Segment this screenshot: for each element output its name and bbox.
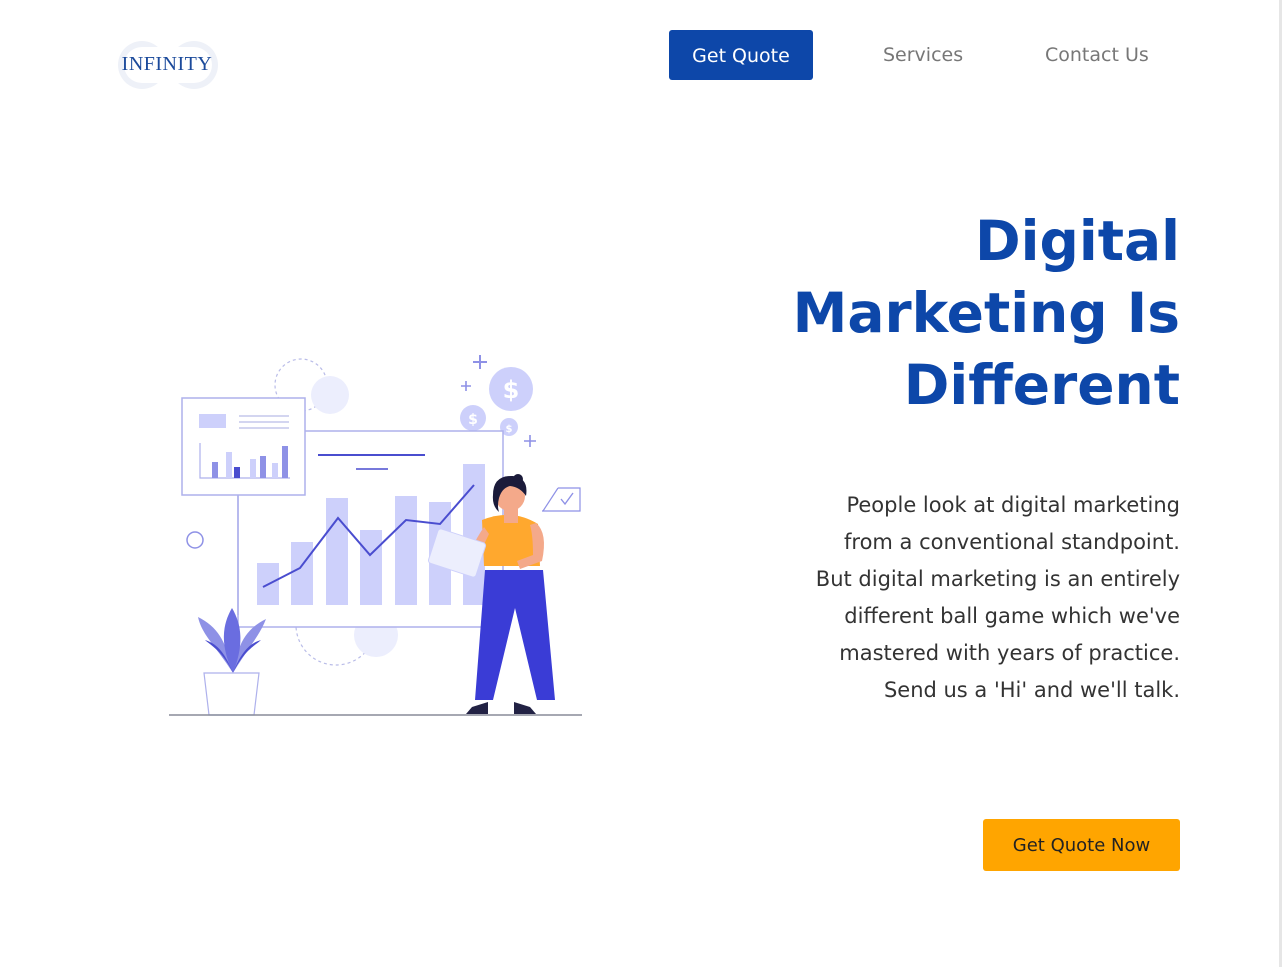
nav-link-services[interactable]: Services: [883, 30, 963, 80]
logo-text: INFINITY: [121, 53, 213, 75]
svg-text:$: $: [506, 424, 513, 435]
infinity-logo[interactable]: INFINITY: [114, 40, 222, 90]
hero-title: Digital Marketing Is Different: [792, 209, 1180, 417]
analytics-illustration-icon: $ $ $: [169, 355, 582, 716]
analytics-illustration: $ $ $: [160, 345, 590, 725]
svg-text:$: $: [503, 376, 520, 404]
nav-link-contact-us[interactable]: Contact Us: [1045, 30, 1149, 80]
get-quote-button[interactable]: Get Quote: [669, 30, 813, 80]
get-quote-now-button[interactable]: Get Quote Now: [983, 819, 1180, 871]
svg-text:$: $: [468, 412, 478, 428]
landing-page: INFINITY Get Quote Services Contact Us $…: [0, 0, 1282, 967]
hero-description: People look at digital marketing from a …: [815, 493, 1180, 702]
